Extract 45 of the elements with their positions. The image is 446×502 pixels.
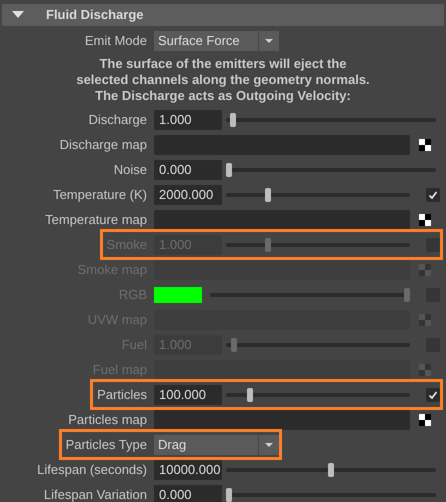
slider-thumb[interactable] xyxy=(247,388,254,402)
checkbox[interactable] xyxy=(426,388,440,402)
description-text: selected channels along the geometry normals. xyxy=(76,72,370,88)
checker-icon[interactable] xyxy=(419,414,431,426)
field-label: Lifespan (seconds) xyxy=(37,460,147,479)
field-label: Noise xyxy=(114,160,147,179)
slider-thumb[interactable] xyxy=(265,188,272,202)
section-title: Fluid Discharge xyxy=(46,6,144,24)
section-header[interactable]: Fluid Discharge xyxy=(2,4,444,26)
number-field[interactable]: 0.000 xyxy=(154,160,222,180)
field-label: Discharge xyxy=(88,110,147,129)
checkbox[interactable] xyxy=(426,188,440,202)
description-text: The surface of the emitters will eject the xyxy=(99,56,347,72)
checker-icon[interactable] xyxy=(419,138,431,150)
map-slot[interactable] xyxy=(154,410,410,430)
slider-track[interactable] xyxy=(226,488,436,502)
field-label: Particles map xyxy=(68,410,147,429)
check-icon xyxy=(428,190,438,200)
number-field[interactable]: 2000.000 xyxy=(154,184,222,204)
slider-track[interactable] xyxy=(226,388,410,402)
field-label: Temperature map xyxy=(45,210,147,229)
slider-track[interactable] xyxy=(226,462,436,476)
field-label: Temperature (K) xyxy=(53,186,147,204)
dropdown[interactable]: Drag xyxy=(154,434,279,454)
slider-thumb[interactable] xyxy=(328,462,334,476)
check-icon xyxy=(428,390,438,400)
description-text: The Discharge acts as Outgoing Velocity: xyxy=(95,88,351,104)
number-field[interactable]: 0.000 xyxy=(154,484,222,502)
slider-track[interactable] xyxy=(226,188,410,202)
slider-thumb[interactable] xyxy=(230,112,236,126)
field-label: Particles Type xyxy=(66,436,147,454)
map-slot[interactable] xyxy=(154,210,410,230)
field-label: Discharge map xyxy=(60,136,147,154)
number-field[interactable]: 10000.000 xyxy=(154,460,222,480)
slider-thumb[interactable] xyxy=(226,162,232,176)
field-label: Emit Mode xyxy=(84,32,147,50)
slider-track[interactable] xyxy=(226,162,436,176)
field-label: Lifespan Variation xyxy=(44,486,147,502)
number-field[interactable]: 100.000 xyxy=(154,384,222,404)
number-field[interactable]: 1.000 xyxy=(154,110,222,130)
dropdown[interactable]: Surface Force xyxy=(154,30,279,50)
slider-track[interactable] xyxy=(226,112,436,126)
checker-icon[interactable] xyxy=(419,214,431,226)
field-label: Particles xyxy=(97,386,147,404)
slider-thumb[interactable] xyxy=(226,488,232,502)
